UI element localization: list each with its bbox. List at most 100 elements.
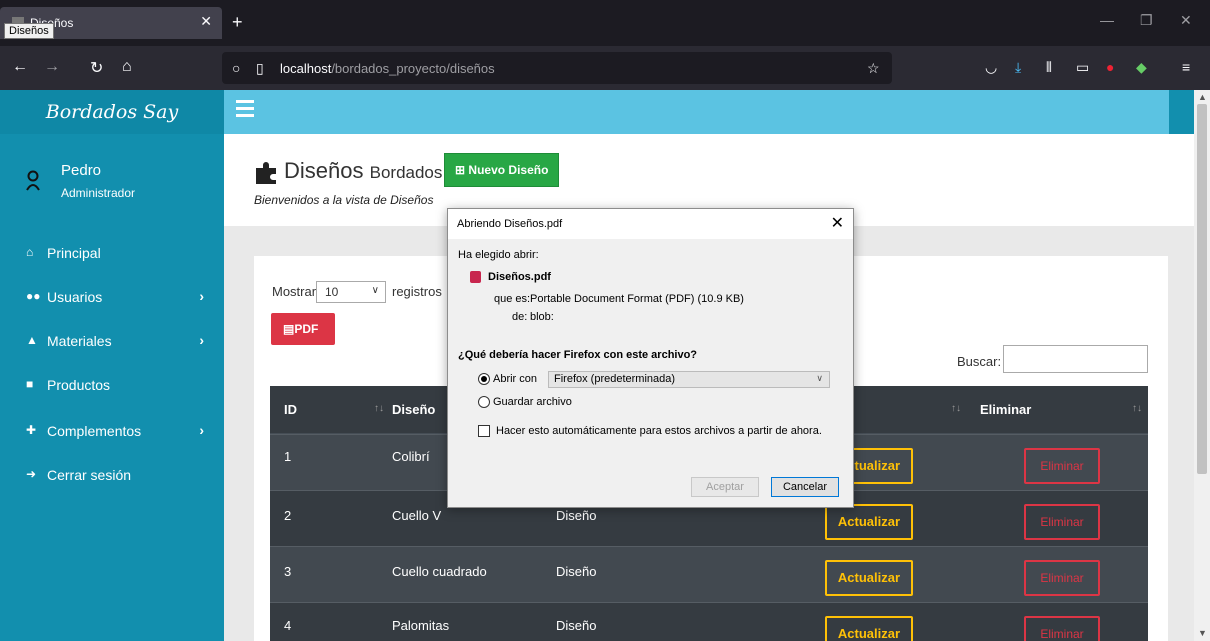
open-with-label[interactable]: Abrir con: [493, 373, 537, 385]
delete-button[interactable]: Eliminar: [1024, 560, 1100, 596]
chevron-right-icon: ›: [199, 288, 204, 304]
sidebar-item-productos[interactable]: ■ Productos: [26, 376, 216, 400]
auto-checkbox[interactable]: [478, 425, 490, 437]
url-bar[interactable]: ○ ▯ localhost/bordados_proyecto/diseños …: [222, 52, 892, 84]
plus-square-icon: ⊞: [455, 163, 466, 177]
open-with-select[interactable]: Firefox (predeterminada) ∨: [548, 371, 830, 388]
bag-icon: ■: [26, 377, 34, 391]
page-length-select[interactable]: 10 ∨: [316, 281, 386, 303]
download-icon[interactable]: ⤓: [1015, 59, 1021, 76]
top-navbar-edge: [1169, 90, 1194, 134]
browser-navbar: ← → ↻ ⌂ ○ ▯ localhost/bordados_proyecto/…: [0, 46, 1210, 90]
search-input[interactable]: [1003, 345, 1148, 373]
tab-tooltip: Diseños: [4, 23, 54, 39]
show-label: Mostrar: [272, 284, 317, 299]
auto-label[interactable]: Hacer esto automáticamente para estos ar…: [496, 425, 822, 437]
save-file-label[interactable]: Guardar archivo: [493, 396, 572, 408]
tab-close-icon[interactable]: ✕: [200, 13, 212, 30]
browser-tabbar: Diseños ✕ Diseños + — ❐ ✕: [0, 0, 1210, 46]
update-button[interactable]: Actualizar: [825, 616, 913, 641]
sidebar-item-complementos[interactable]: ✚ Complementos ›: [26, 422, 216, 446]
file-pdf-icon: ▤: [283, 322, 295, 336]
new-design-button[interactable]: ⊞ Nuevo Diseño: [444, 153, 560, 187]
maximize-icon[interactable]: ❐: [1140, 12, 1153, 29]
from-label: de:: [512, 311, 528, 323]
table-row: 4 Palomitas Diseño Actualizar Eliminar: [270, 602, 1148, 641]
sidebar-item-cerrar-sesion[interactable]: ➜ Cerrar sesión: [26, 466, 216, 490]
pdf-button[interactable]: ▤PDF: [271, 313, 335, 345]
page-title: Diseños Bordados: [284, 158, 443, 183]
sign-out-icon: ➜: [26, 467, 37, 481]
extension-icon-2[interactable]: ◆: [1136, 59, 1147, 76]
sidebar-item-principal[interactable]: ⌂ Principal: [26, 244, 216, 268]
page-subtitle: Bienvenidos a la vista de Diseños: [254, 193, 434, 207]
menu-icon[interactable]: ≡: [1182, 59, 1190, 75]
user-name: Pedro: [61, 162, 102, 179]
pocket-icon[interactable]: ◡: [985, 59, 997, 76]
sort-icon[interactable]: ↑↓: [951, 403, 961, 414]
scroll-down-icon[interactable]: ▼: [1198, 628, 1207, 638]
library-icon[interactable]: ⫴: [1046, 59, 1052, 76]
open-file-dialog: Abriendo Diseños.pdf ✕ Ha elegido abrir:…: [447, 208, 854, 508]
chevron-right-icon: ›: [199, 332, 204, 348]
shield-icon[interactable]: ○: [232, 60, 240, 76]
sort-icon[interactable]: ↑↓: [374, 403, 384, 414]
scroll-up-icon[interactable]: ▲: [1198, 92, 1207, 102]
url-text[interactable]: localhost/bordados_proyecto/diseños: [280, 61, 495, 76]
minimize-icon[interactable]: —: [1100, 12, 1114, 28]
hamburger-menu-icon[interactable]: [236, 100, 254, 118]
chevron-down-icon: ∨: [371, 285, 379, 296]
delete-button[interactable]: Eliminar: [1024, 448, 1100, 484]
car-icon: ▲: [26, 333, 38, 347]
cancel-button[interactable]: Cancelar: [771, 477, 839, 497]
save-file-radio[interactable]: [478, 396, 490, 408]
dialog-title: Abriendo Diseños.pdf: [457, 218, 563, 230]
forward-icon[interactable]: →: [44, 58, 60, 76]
puzzle-icon: [256, 162, 276, 184]
dialog-close-icon[interactable]: ✕: [831, 213, 844, 233]
column-header-id[interactable]: ID: [284, 402, 297, 417]
dialog-question: ¿Qué debería hacer Firefox con este arch…: [458, 349, 698, 361]
puzzle-icon: ✚: [26, 423, 37, 437]
page-icon: ▯: [256, 60, 264, 76]
chevron-down-icon: ∨: [816, 373, 823, 383]
sidebar-toggle-icon[interactable]: ▭: [1076, 59, 1089, 76]
delete-button[interactable]: Eliminar: [1024, 616, 1100, 641]
sidebar-item-materiales[interactable]: ▲ Materiales ›: [26, 332, 216, 356]
column-header-design[interactable]: Diseño: [392, 402, 435, 417]
chevron-right-icon: ›: [199, 422, 204, 438]
records-label: registros: [392, 284, 442, 299]
extension-icon[interactable]: ●: [1106, 59, 1114, 75]
top-navbar: [224, 90, 1169, 134]
sidebar-item-usuarios[interactable]: ●● Usuarios ›: [26, 288, 216, 312]
file-name: Diseños.pdf: [488, 271, 551, 283]
pdf-file-icon: [470, 271, 481, 283]
new-tab-icon[interactable]: +: [232, 12, 243, 33]
reload-icon[interactable]: ↻: [90, 58, 103, 78]
open-with-radio[interactable]: [478, 373, 490, 385]
table-row: 3 Cuello cuadrado Diseño Actualizar Elim…: [270, 546, 1148, 602]
users-icon: ●●: [26, 289, 41, 303]
update-button[interactable]: Actualizar: [825, 560, 913, 596]
accept-button[interactable]: Aceptar: [691, 477, 759, 497]
sort-icon[interactable]: ↑↓: [1132, 403, 1142, 414]
file-source: blob:: [530, 311, 554, 323]
back-icon[interactable]: ←: [12, 58, 28, 76]
brand-logo[interactable]: Bordados Say: [0, 90, 224, 134]
dialog-titlebar: Abriendo Diseños.pdf ✕: [448, 209, 853, 239]
page-scrollbar[interactable]: ▲ ▼: [1194, 90, 1210, 641]
home-icon: ⌂: [26, 245, 34, 259]
sidebar: Bordados Say Pedro Administrador ⌂ Princ…: [0, 90, 224, 641]
user-role: Administrador: [61, 186, 136, 200]
update-button[interactable]: Actualizar: [825, 504, 913, 540]
home-icon[interactable]: ⌂: [122, 58, 132, 76]
delete-button[interactable]: Eliminar: [1024, 504, 1100, 540]
window-close-icon[interactable]: ✕: [1180, 12, 1192, 29]
bookmark-star-icon[interactable]: ☆: [867, 60, 880, 77]
which-is-label: que es:: [494, 293, 531, 305]
column-header-delete[interactable]: Eliminar: [980, 402, 1031, 417]
scroll-thumb[interactable]: [1197, 104, 1207, 474]
user-icon: [26, 170, 40, 191]
file-type: Portable Document Format (PDF) (10.9 KB): [530, 293, 744, 305]
chosen-label: Ha elegido abrir:: [458, 249, 539, 261]
